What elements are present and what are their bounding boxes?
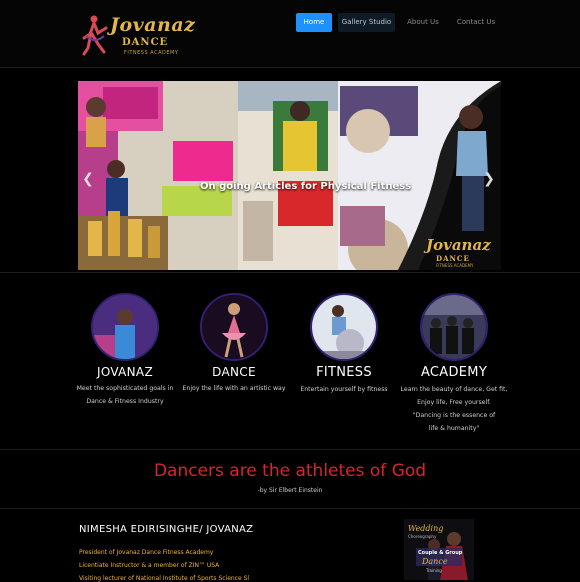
feature-title: DANCE [212,365,256,379]
slide-logo-line3: FITNESS ACADEMY [436,263,474,268]
promo-line1: Couple & Group [418,550,463,556]
logo-name: Jovanaz [110,14,196,36]
bio-line: President of Jovanaz Dance Fitness Acade… [79,549,214,556]
promo-subtitle: Choreography [408,534,437,539]
quote-text: Dancers are the athletes of God [153,461,427,481]
nav-contact-us[interactable]: Contact Us [455,13,497,32]
site-header: Jovanaz DANCE FITNESS ACADEMY Home Galle… [0,0,580,68]
feature-image-fitness[interactable] [310,293,378,361]
slide-logo-name: Jovanaz [426,236,491,254]
bio-line: Licentiate Instructor & a member of ZIN™… [79,562,220,569]
feature-image-academy[interactable] [420,293,488,361]
slide-caption: On going Articles for Physical Fitness [200,181,412,192]
nav-about-us[interactable]: About Us [404,13,442,32]
wedding-promo-image[interactable]: Wedding Choreography Couple & Group Danc… [404,519,474,580]
nav-gallery-studio[interactable]: Gallery Studio [338,13,395,32]
feature-fitness: FITNESS Entertain yourself by fitness [289,293,399,396]
bio-line: Visiting lecturer of National Institute … [79,575,250,582]
site-logo[interactable]: Jovanaz DANCE FITNESS ACADEMY [78,10,195,60]
feature-jovanaz: JOVANAZ Meet the sophisticated goals in … [70,293,180,408]
feature-academy: ACADEMY Learn the beauty of dance, Get f… [399,293,509,435]
logo-line3: FITNESS ACADEMY [124,50,179,56]
divider [0,272,580,273]
promo-line3: Training [426,568,442,573]
chevron-left-icon[interactable]: ❮ [82,171,94,187]
feature-image-jovanaz[interactable] [91,293,159,361]
feature-title: FITNESS [316,365,372,380]
feature-description: Enjoy the life with an artistic way [182,385,286,392]
bio-name: NIMESHA EDIRISINGHE/ JOVANAZ [79,524,254,535]
slide-logo: Jovanaz DANCE FITNESS ACADEMY [426,236,491,268]
feature-title: JOVANAZ [97,365,153,379]
feature-dance: DANCE Enjoy the life with an artistic wa… [179,293,289,395]
dancer-logo-icon [82,15,108,56]
quote-author: -by Sir Elbert Einstein [257,487,323,494]
chevron-right-icon[interactable]: ❯ [483,171,495,187]
slide-logo-line2: DANCE [436,254,470,263]
promo-title: Wedding [408,524,444,533]
feature-description: Meet the sophisticated goals in Dance & … [76,385,174,405]
divider [0,449,580,450]
promo-line2: Dance [422,557,448,566]
divider [0,508,580,509]
feature-image-dance[interactable] [200,293,268,361]
logo-line2: DANCE [122,37,169,48]
nav-home[interactable]: Home [296,13,332,32]
feature-description: Learn the beauty of dance, Get fit, Enjo… [400,386,508,432]
hero-slider[interactable]: On going Articles for Physical Fitness ❮… [78,81,501,270]
feature-title: ACADEMY [420,365,488,380]
feature-description: Entertain yourself by fitness [300,386,388,393]
